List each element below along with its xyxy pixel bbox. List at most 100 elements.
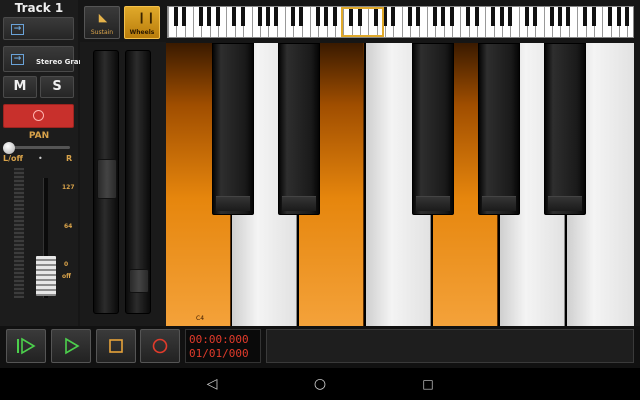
pedal-icon: ◣: [98, 11, 108, 24]
pitch-wheel-notch[interactable]: [97, 159, 117, 199]
mini-black-key: [274, 7, 279, 26]
mini-black-key: [500, 7, 505, 26]
record-button[interactable]: [140, 329, 180, 363]
mini-white-key-divider: [252, 7, 253, 37]
black-key-foot: [548, 196, 582, 211]
back-icon[interactable]: ◁: [200, 374, 224, 394]
home-icon[interactable]: ○: [308, 374, 332, 394]
modulation-wheel[interactable]: [125, 50, 151, 314]
sustain-label: Sustain: [90, 29, 114, 36]
mini-white-key-divider: [310, 7, 311, 37]
keyboard-viewport-handle[interactable]: [341, 7, 384, 37]
mini-white-key-divider: [602, 7, 603, 37]
recents-icon[interactable]: □: [416, 374, 440, 394]
stop-button[interactable]: [96, 329, 136, 363]
mini-black-key: [625, 7, 630, 26]
wheels-area: [80, 42, 166, 326]
output-label: Stereo Gran: [36, 58, 84, 66]
mini-white-key-divider: [226, 7, 227, 37]
pan-left-label: L/off: [3, 154, 23, 163]
mini-white-key-divider: [285, 7, 286, 37]
pan-center-mark: •: [38, 154, 43, 163]
output-button[interactable]: → Stereo Gran: [3, 46, 84, 72]
mini-black-key: [608, 7, 613, 26]
black-key-c-sharp4[interactable]: [212, 43, 254, 215]
mini-black-key: [299, 7, 304, 26]
input-icon: →: [11, 24, 24, 35]
mini-black-key: [216, 7, 221, 26]
mini-black-key: [617, 7, 622, 26]
black-key-f-sharp4[interactable]: [412, 43, 454, 215]
pan-label: PAN: [28, 131, 50, 141]
wheels-button[interactable]: ❙❙ Wheels: [124, 6, 160, 39]
volume-scale-64: 64: [64, 223, 73, 230]
mini-black-key: [324, 7, 329, 26]
mini-black-key: [533, 7, 538, 26]
mini-black-key: [241, 7, 246, 26]
mini-black-key: [508, 7, 513, 26]
mini-black-key: [433, 7, 438, 26]
play-icon: [65, 337, 80, 355]
input-button[interactable]: →: [3, 17, 74, 40]
mute-button[interactable]: M: [3, 76, 37, 98]
mini-white-key-divider: [402, 7, 403, 37]
play-button[interactable]: [51, 329, 91, 363]
time-display[interactable]: 00:00:000 01/01/000: [185, 329, 261, 363]
mini-black-key: [207, 7, 212, 26]
position-readout: 01/01/000: [189, 347, 249, 360]
pan-slider-knob[interactable]: [3, 142, 15, 154]
mini-black-key: [258, 7, 263, 26]
mini-black-key: [174, 7, 179, 26]
black-key-foot: [416, 196, 450, 211]
piano-keyboard: C4: [166, 43, 634, 326]
keyboard-overview-navigator[interactable]: [167, 6, 634, 38]
mini-white-key-divider: [193, 7, 194, 37]
status-panel: [266, 329, 634, 363]
black-key-a-sharp4[interactable]: [544, 43, 586, 215]
mini-white-key-divider: [427, 7, 428, 37]
mini-white-key-divider: [485, 7, 486, 37]
pan-right-label: R: [66, 154, 73, 163]
time-readout: 00:00:000: [189, 333, 249, 346]
mini-black-key: [566, 7, 571, 26]
track-title: Track 1: [14, 1, 64, 15]
mini-black-key: [199, 7, 204, 26]
black-key-foot: [282, 196, 316, 211]
pitch-bend-wheel[interactable]: [93, 50, 119, 314]
mini-black-key: [416, 7, 421, 26]
wheels-label: Wheels: [129, 29, 155, 36]
mini-black-key: [232, 7, 237, 26]
track-record-arm-button[interactable]: [3, 104, 74, 128]
mini-black-key: [475, 7, 480, 26]
mini-black-key: [558, 7, 563, 26]
mini-white-key-divider: [544, 7, 545, 37]
record-icon: [152, 338, 168, 354]
volume-scale-0: 0: [64, 261, 69, 268]
black-key-g-sharp4[interactable]: [478, 43, 520, 215]
mini-white-key-divider: [168, 7, 169, 37]
mini-black-key: [291, 7, 296, 26]
mini-black-key: [491, 7, 496, 26]
mini-black-key: [592, 7, 597, 26]
sustain-button[interactable]: ◣ Sustain: [84, 6, 120, 39]
mini-black-key: [391, 7, 396, 26]
mini-black-key: [182, 7, 187, 26]
mini-black-key: [466, 7, 471, 26]
volume-fader-knob[interactable]: [36, 256, 56, 296]
mini-black-key: [550, 7, 555, 26]
system-nav-bar: ◁ ○ □: [0, 368, 640, 400]
transport-bar: 00:00:000 01/01/000: [0, 326, 640, 368]
black-key-d-sharp4[interactable]: [278, 43, 320, 215]
level-meter: [14, 168, 24, 298]
wheels-icon: ❙❙: [137, 11, 156, 24]
mini-black-key: [316, 7, 321, 26]
black-key-foot: [216, 196, 250, 211]
record-icon: [33, 110, 44, 121]
mod-wheel-notch[interactable]: [129, 269, 149, 293]
mini-black-key: [441, 7, 446, 26]
solo-button[interactable]: S: [40, 76, 74, 98]
mini-white-key-divider: [460, 7, 461, 37]
pan-slider[interactable]: [8, 146, 70, 149]
loop-play-button[interactable]: [6, 329, 46, 363]
mini-black-key: [525, 7, 530, 26]
